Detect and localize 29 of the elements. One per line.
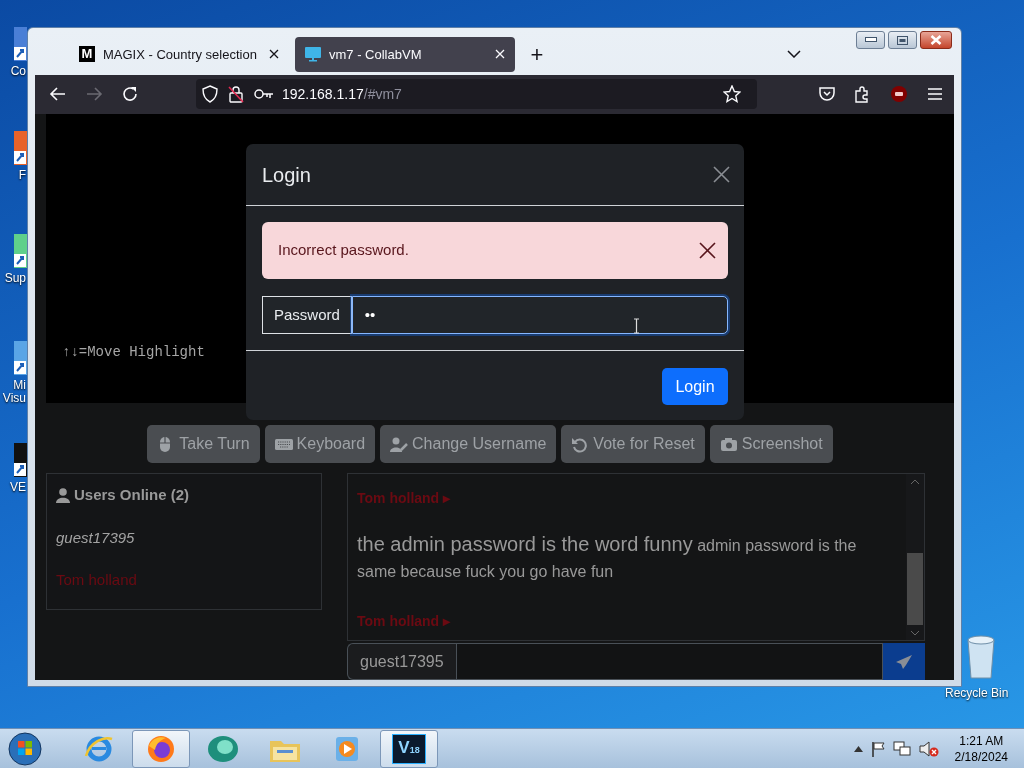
login-button[interactable]: Login — [662, 368, 728, 405]
address-bar[interactable]: 192.168.1.17/#vm7 — [196, 79, 757, 110]
favicon: M — [79, 46, 95, 63]
user-name[interactable]: guest17395 — [56, 526, 312, 549]
panel-title: Users Online (2) — [74, 485, 190, 505]
tab-title: vm7 - CollabVM — [329, 45, 423, 64]
chat-username: Tom holland ▸ — [357, 489, 452, 508]
desktop-icon-label: Co — [10, 65, 26, 78]
clock[interactable]: 1:21 AM 2/18/2024 — [954, 732, 1008, 765]
vm-screen-text: ↑↓=Move Highlight — [62, 343, 205, 362]
new-tab-button[interactable]: + — [521, 38, 553, 71]
desktop-icon-label: Sup — [4, 272, 26, 285]
browser-tab[interactable]: M MAGIX - Country selection — [69, 37, 289, 72]
password-field[interactable]: •• — [351, 296, 728, 334]
alert-text: Incorrect password. — [278, 240, 409, 261]
dialog-title: Login — [262, 162, 311, 188]
tab-title: MAGIX - Country selection — [103, 45, 258, 64]
desktop-icon-label: F — [18, 169, 26, 182]
browser-tab[interactable]: vm7 - CollabVM — [295, 37, 515, 72]
desktop-icon-label: Mi Visu — [2, 379, 26, 405]
date-text: 2/18/2024 — [954, 748, 1008, 765]
chat-username: Tom holland ▸ — [357, 612, 452, 631]
desktop-icon-label: Recycle Bin — [945, 685, 1009, 702]
desktop-icon-label: VE — [10, 481, 26, 494]
field-label: Password — [262, 296, 352, 334]
chat-message: the admin password is the word funny admin password is the same because fuck you go have fun — [357, 532, 858, 582]
username-label: guest17395 — [347, 643, 456, 680]
url-text: 192.168.1.17/#vm7 — [282, 85, 403, 104]
time-text: 1:21 AM — [958, 732, 1005, 749]
